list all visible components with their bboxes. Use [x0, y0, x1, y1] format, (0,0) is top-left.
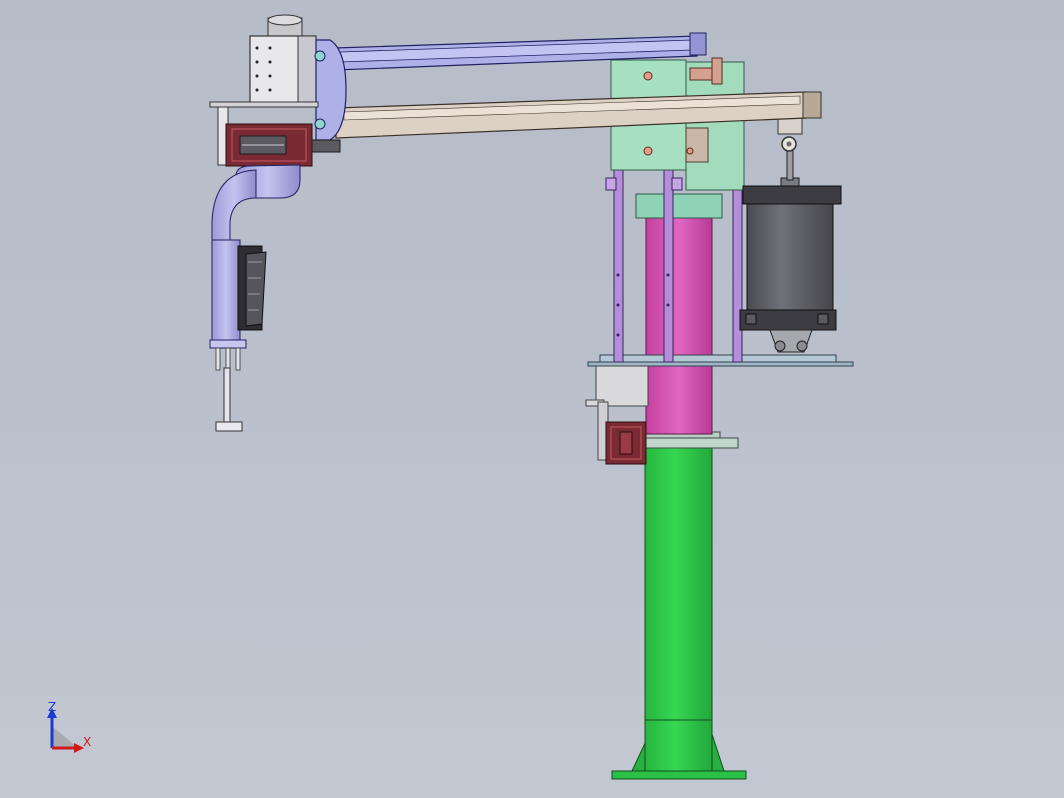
- cad-viewport[interactable]: Z X: [0, 0, 1064, 798]
- x-axis-label: X: [83, 735, 91, 749]
- platform-plate[interactable]: [585, 354, 854, 407]
- clevis-joint[interactable]: [777, 117, 803, 152]
- z-axis-label: Z: [48, 700, 56, 714]
- handle-assembly[interactable]: [237, 245, 267, 331]
- pneumatic-cylinder[interactable]: [739, 149, 842, 353]
- coordinate-triad: Z X: [47, 700, 91, 753]
- column-base[interactable]: [611, 447, 747, 780]
- elbow-joint-housing[interactable]: [249, 14, 347, 141]
- rotating-sleeve[interactable]: [635, 193, 723, 435]
- lower-brake-block[interactable]: [597, 401, 647, 465]
- lower-arm[interactable]: [335, 91, 822, 139]
- manipulator-model[interactable]: Z X: [0, 0, 1064, 798]
- lifting-hook[interactable]: [215, 347, 243, 432]
